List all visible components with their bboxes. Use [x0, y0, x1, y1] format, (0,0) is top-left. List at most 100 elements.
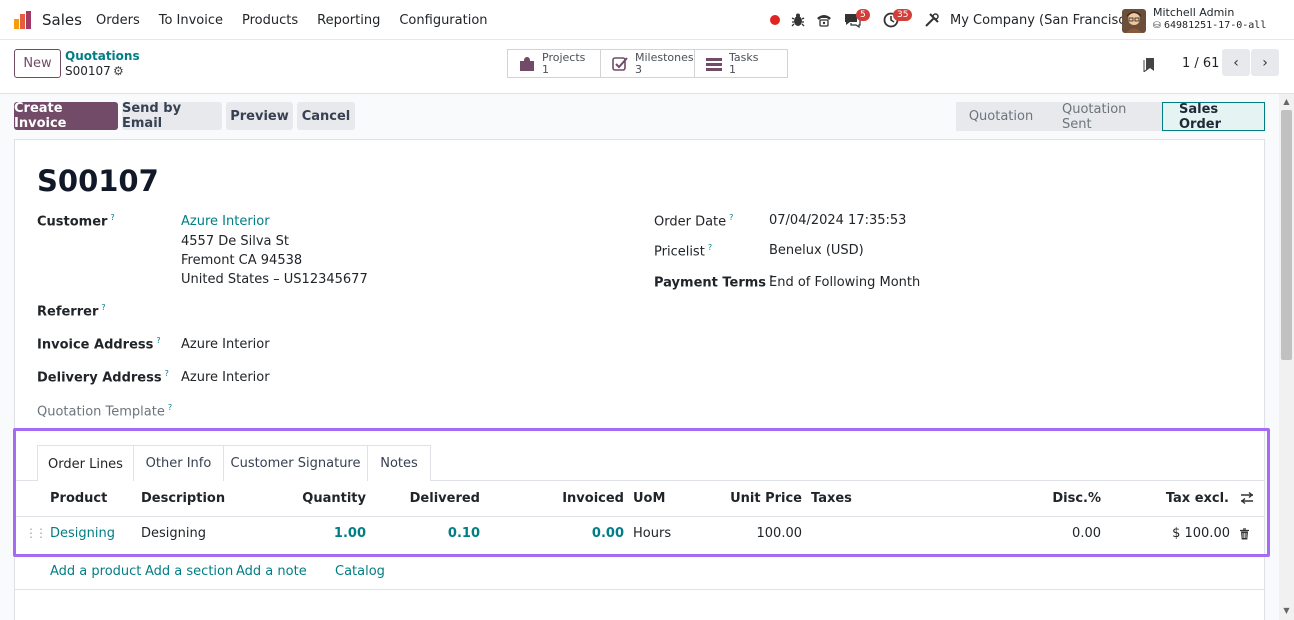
row-subtotal: $ 100.00 — [1172, 526, 1230, 541]
customer-address-line1: 4557 De Silva St — [181, 234, 289, 249]
smart-button-projects[interactable]: Projects 1 — [507, 49, 601, 78]
menu-reporting[interactable]: Reporting — [317, 13, 380, 28]
status-quotation[interactable]: Quotation — [956, 102, 1046, 131]
referrer-label: Referrer? — [37, 303, 106, 320]
status-quotation-sent[interactable]: Quotation Sent — [1046, 102, 1162, 132]
col-discount[interactable]: Disc.% — [1052, 491, 1101, 506]
row-delivered[interactable]: 0.10 — [448, 526, 480, 541]
database-name: 64981251-17-0-all — [1164, 20, 1267, 31]
gear-icon[interactable]: ⚙ — [113, 64, 124, 78]
col-quantity[interactable]: Quantity — [302, 491, 366, 506]
preview-button[interactable]: Preview — [226, 102, 293, 130]
drag-handle-icon[interactable]: ⋮⋮ — [25, 526, 47, 540]
smart-tasks-count: 1 — [729, 62, 736, 76]
delivery-address-field[interactable]: Azure Interior — [181, 370, 270, 385]
puzzle-icon — [516, 55, 538, 73]
row-product[interactable]: Designing — [50, 526, 115, 541]
create-invoice-button[interactable]: Create Invoice — [14, 101, 118, 131]
pager-previous-button[interactable]: ‹ — [1222, 49, 1250, 76]
col-description[interactable]: Description — [141, 491, 225, 506]
add-section-link[interactable]: Add a section — [145, 564, 233, 579]
payment-terms-label: Payment Terms? — [654, 274, 774, 291]
order-date-field[interactable]: 07/04/2024 17:35:53 — [769, 213, 906, 228]
sales-app-icon[interactable] — [13, 10, 33, 30]
add-note-link[interactable]: Add a note — [236, 564, 307, 579]
smart-button-tasks[interactable]: Tasks 1 — [694, 49, 788, 78]
col-unit-price[interactable]: Unit Price — [730, 491, 802, 506]
row-discount[interactable]: 0.00 — [1072, 526, 1101, 541]
pricelist-field[interactable]: Benelux (USD) — [769, 243, 864, 258]
row-description[interactable]: Designing — [141, 526, 206, 541]
invoice-address-label: Invoice Address? — [37, 336, 161, 353]
menu-to-invoice[interactable]: To Invoice — [159, 13, 223, 28]
smart-milestones-label: Milestones — [635, 50, 694, 64]
main-menu: Orders To Invoice Products Reporting Con… — [96, 13, 507, 28]
send-by-email-button[interactable]: Send by Email — [122, 101, 222, 131]
add-product-link[interactable]: Add a product — [50, 564, 141, 579]
order-date-label: Order Date? — [654, 213, 734, 230]
order-title: S00107 — [37, 164, 159, 198]
row-invoiced[interactable]: 0.00 — [592, 526, 624, 541]
new-button[interactable]: New — [14, 49, 61, 78]
smart-button-milestones[interactable]: Milestones 3 — [600, 49, 695, 78]
control-panel: New Quotations S00107 ⚙ Projects 1 Milest… — [0, 40, 1294, 94]
scrollbar-thumb[interactable] — [1281, 110, 1292, 360]
bug-icon[interactable] — [791, 12, 805, 28]
notebook-tabs: Order Lines Other Info Customer Signatur… — [15, 445, 1264, 482]
delivery-address-label: Delivery Address? — [37, 369, 169, 386]
customer-address-line2: Fremont CA 94538 — [181, 253, 303, 268]
table-row[interactable]: ⋮⋮ Designing Designing 1.00 0.10 0.00 Ho… — [15, 517, 1264, 551]
row-quantity[interactable]: 1.00 — [334, 526, 366, 541]
pager-value[interactable]: 1 / 61 — [1182, 56, 1219, 71]
smart-projects-count: 1 — [542, 62, 549, 76]
col-product[interactable]: Product — [50, 491, 107, 506]
menu-orders[interactable]: Orders — [96, 13, 140, 28]
col-tax-excl[interactable]: Tax excl. — [1166, 491, 1229, 506]
customer-label: Customer? — [37, 213, 115, 230]
status-bar: Quotation Quotation Sent Sales Order — [956, 102, 1265, 132]
tools-icon[interactable] — [924, 12, 940, 28]
top-navbar: Sales Orders To Invoice Products Reporti… — [0, 0, 1294, 40]
customer-link[interactable]: Azure Interior — [181, 214, 270, 229]
payment-terms-field[interactable]: End of Following Month — [769, 275, 920, 290]
user-avatar[interactable] — [1122, 9, 1146, 33]
bookmark-icon[interactable] — [1143, 57, 1155, 72]
pricelist-label: Pricelist? — [654, 243, 713, 260]
tasks-icon — [703, 55, 725, 73]
row-unit-price[interactable]: 100.00 — [757, 526, 803, 541]
smart-milestones-count: 3 — [635, 62, 642, 76]
app-name[interactable]: Sales — [42, 11, 82, 29]
menu-configuration[interactable]: Configuration — [399, 13, 487, 28]
company-switcher[interactable]: My Company (San Francisco) — [950, 13, 1138, 28]
database-icon: ⛁ — [1153, 21, 1161, 31]
check-square-icon — [609, 55, 631, 73]
status-sales-order[interactable]: Sales Order — [1162, 102, 1265, 132]
phone-icon[interactable] — [815, 12, 833, 28]
section-divider — [15, 589, 1264, 590]
trash-icon[interactable] — [1239, 528, 1250, 540]
tab-other-info[interactable]: Other Info — [133, 445, 224, 481]
col-invoiced[interactable]: Invoiced — [562, 491, 624, 506]
col-delivered[interactable]: Delivered — [410, 491, 480, 506]
messages-count-badge: 5 — [856, 9, 870, 21]
activities-count-badge: 35 — [893, 9, 913, 21]
col-taxes[interactable]: Taxes — [811, 491, 852, 506]
col-uom[interactable]: UoM — [633, 491, 665, 506]
tab-customer-signature[interactable]: Customer Signature — [223, 445, 368, 481]
order-lines-header: Product Description Quantity Delivered I… — [15, 481, 1264, 517]
tab-order-lines[interactable]: Order Lines — [37, 445, 134, 482]
row-uom[interactable]: Hours — [633, 526, 671, 541]
cancel-button[interactable]: Cancel — [297, 102, 355, 130]
user-name[interactable]: Mitchell Admin — [1153, 6, 1234, 19]
tab-notes[interactable]: Notes — [367, 445, 431, 481]
optional-columns-icon[interactable] — [1240, 492, 1254, 505]
quotation-template-label: Quotation Template? — [37, 403, 173, 420]
scroll-down-icon[interactable]: ▼ — [1281, 606, 1292, 616]
record-dot-icon[interactable] — [770, 15, 780, 25]
catalog-link[interactable]: Catalog — [335, 564, 385, 579]
pager-next-button[interactable]: › — [1251, 49, 1279, 76]
scroll-up-icon[interactable]: ▲ — [1281, 97, 1292, 107]
menu-products[interactable]: Products — [242, 13, 298, 28]
breadcrumb-quotations[interactable]: Quotations — [65, 49, 140, 63]
invoice-address-field[interactable]: Azure Interior — [181, 337, 270, 352]
